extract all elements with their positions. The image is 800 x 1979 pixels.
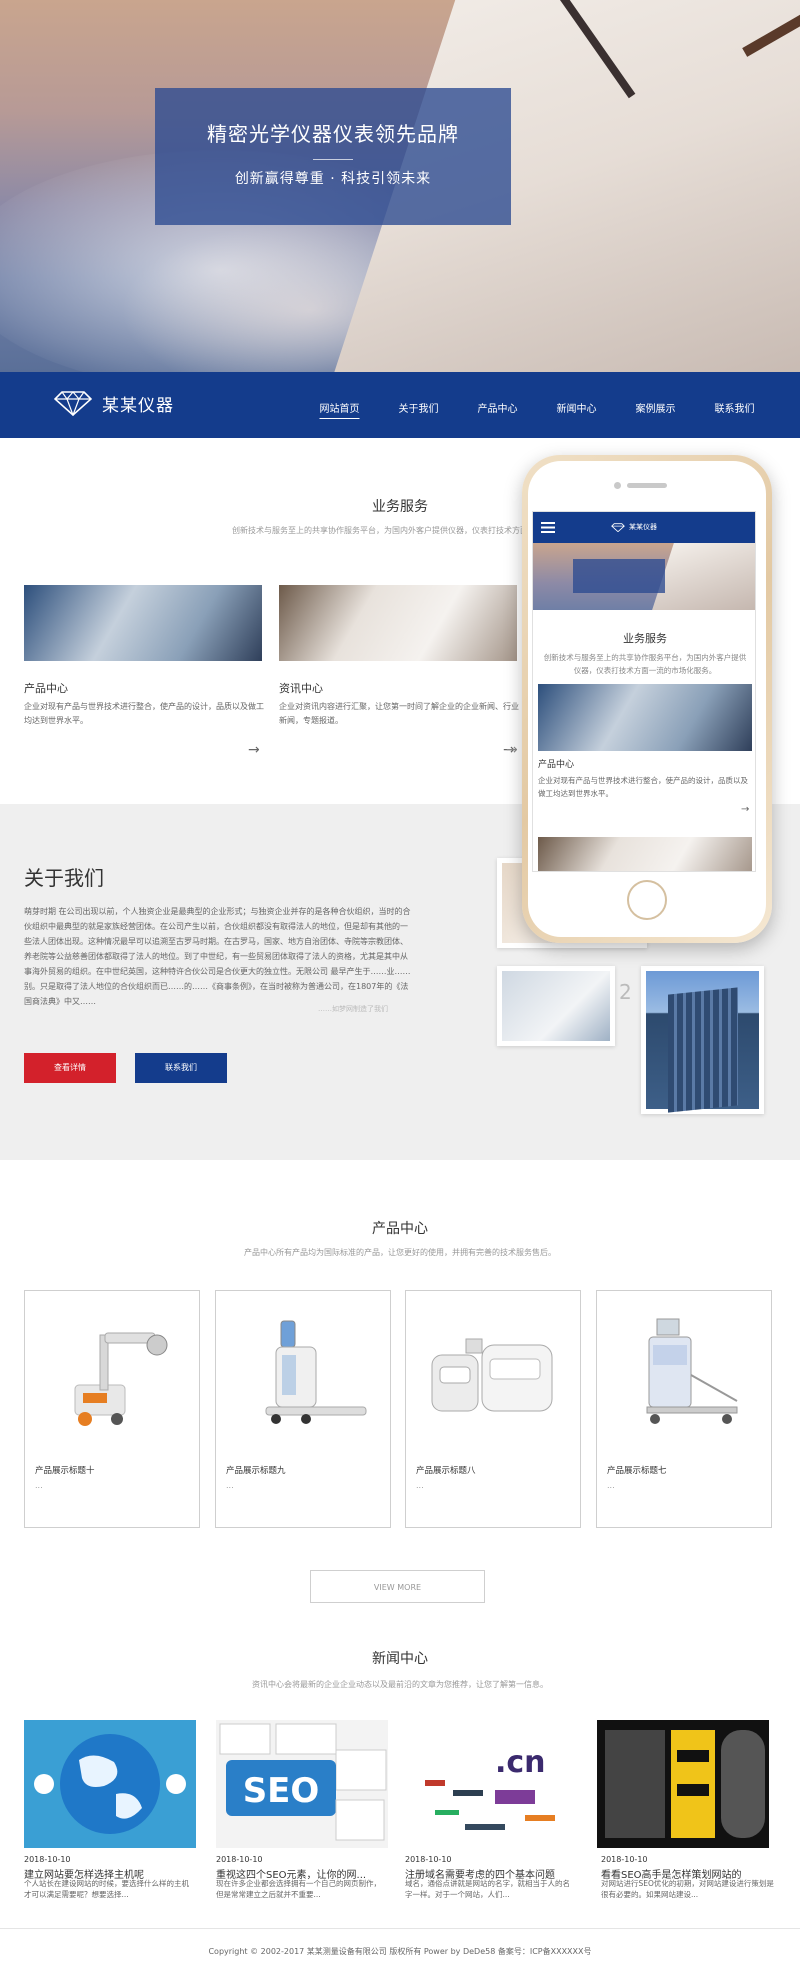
mobile-logo-text: 某某仪器 [629, 523, 657, 531]
product-card[interactable]: 产品展示标题九 ... [215, 1290, 391, 1528]
news-date: 2018-10-10 [601, 1855, 648, 1864]
diamond-icon [611, 522, 625, 532]
mobile-boat [652, 543, 755, 610]
arrow-right-icon[interactable]: → [506, 742, 518, 758]
phone-speaker [627, 483, 667, 488]
product-name: 产品展示标题七 [607, 1466, 667, 1476]
seo-word: SEO [243, 1771, 320, 1811]
nav-item-news[interactable]: 新闻中心 [537, 372, 616, 438]
news-image-globe[interactable] [24, 1720, 196, 1848]
nav-item-about[interactable]: 关于我们 [379, 372, 458, 438]
about-text: 萌芽时期 在公司出现以前，个人独资企业是最典型的企业形式；与独资企业并存的是各种… [24, 907, 411, 1006]
contact-us-button[interactable]: 联系我们 [135, 1053, 227, 1083]
slide-number: 2 [619, 980, 632, 1004]
news-desc: 现在许多企业都会选择拥有一个自己的网页制作，但是常常建立之后就并不重要... [216, 1879, 381, 1899]
nav-item-cases[interactable]: 案例展示 [616, 372, 695, 438]
news-image-seo-letters[interactable] [597, 1720, 769, 1848]
hero-title: 精密光学仪器仪表领先品牌 [207, 122, 459, 146]
seo-letters-icon [605, 1730, 765, 1838]
product-card[interactable]: 产品展示标题十 ... [24, 1290, 200, 1528]
mobile-service-image-2 [538, 837, 752, 871]
mobile-hero-image [533, 543, 755, 610]
product-card[interactable]: 产品展示标题八 ... [405, 1290, 581, 1528]
nav-item-contact[interactable]: 联系我们 [695, 372, 774, 438]
nav-item-products[interactable]: 产品中心 [458, 372, 537, 438]
product-desc: ... [416, 1481, 424, 1490]
medical-device-image [265, 1320, 367, 1424]
hero-divider [313, 159, 353, 160]
news-desc: 域名，通俗点讲就是网站的名字，就相当于人的名字一样。对于一个网站，人们... [405, 1879, 570, 1899]
news-desc: 对网站进行SEO优化的初期，对网站建设进行策划是很有必要的。如果网站建设... [601, 1879, 774, 1899]
product-desc: ... [226, 1481, 234, 1490]
phone-screen: 某某仪器 业务服务 创新技术与服务至上的共享协作服务平台，为国内外客户提供仪器，… [532, 511, 756, 872]
lab-equipment-image [431, 1338, 553, 1412]
hero-banner-image: 精密光学仪器仪表领先品牌 创新赢得尊重 · 科技引领未来 [0, 0, 800, 372]
building-facade [668, 987, 738, 1113]
view-detail-button[interactable]: 查看详情 [24, 1053, 116, 1083]
beauty-device-image [646, 1318, 738, 1424]
seo-puzzle-icon: SEO [219, 1723, 387, 1841]
diamond-icon [54, 391, 92, 416]
hero-subtitle: 创新赢得尊重 · 科技引领未来 [234, 171, 432, 187]
arrow-right-icon[interactable]: → [248, 742, 260, 758]
service-heading-products[interactable]: 产品中心 [24, 680, 68, 696]
about-photo-office [497, 966, 615, 1046]
product-name: 产品展示标题十 [35, 1466, 95, 1476]
news-image-seo-puzzle[interactable]: SEO [216, 1720, 388, 1848]
service-heading-news[interactable]: 资讯中心 [279, 680, 323, 696]
service-desc-products: 企业对现有产品与世界技术进行整合，使产品的设计，品质以及做工均达到世界水平。 [24, 702, 264, 725]
footer-copyright: Copyright © 2002-2017 某某测量设备有限公司 版权所有 Po… [208, 1947, 592, 1956]
mobile-navbar: 某某仪器 [533, 512, 755, 543]
mobile-card-desc: 企业对现有产品与世界技术进行整合，使产品的设计，品质以及做工均达到世界水平。 [538, 776, 748, 798]
news-title: 新闻中心 [372, 1651, 428, 1667]
footer-divider [0, 1928, 800, 1929]
main-navbar: 某某仪器 网站首页 关于我们 产品中心 新闻中心 案例展示 联系我们 [0, 372, 800, 438]
news-image-domains[interactable]: .cn [405, 1720, 577, 1848]
site-logo[interactable]: 某某仪器 [54, 390, 174, 416]
hamburger-menu-icon[interactable] [541, 522, 555, 533]
product-desc: ... [607, 1481, 615, 1490]
product-name: 产品展示标题九 [226, 1466, 286, 1476]
product-desc: ... [35, 1481, 43, 1490]
service-desc-news: 企业对资讯内容进行汇聚，让您第一时间了解企业的企业新闻、行业新闻，专题报道。 [279, 702, 519, 725]
phone-home-button [627, 880, 667, 920]
hero-text-box: 精密光学仪器仪表领先品牌 创新赢得尊重 · 科技引领未来 [155, 88, 511, 225]
domains-cloud-icon: .cn [425, 1745, 555, 1830]
mobile-logo: 某某仪器 [611, 522, 657, 532]
cn-word: .cn [495, 1745, 546, 1780]
service-image-products[interactable] [24, 585, 262, 661]
mobile-section-title: 业务服务 [623, 632, 667, 645]
news-desc: 个人站长在建设网站的时候，要选择什么样的主机才可以满足需要呢？想要选择... [24, 1879, 189, 1899]
logo-text: 某某仪器 [102, 395, 174, 416]
mobile-card-heading: 产品中心 [538, 760, 575, 770]
news-date: 2018-10-10 [216, 1855, 263, 1864]
news-date: 2018-10-10 [405, 1855, 452, 1864]
blurred-caption: ……如梦网制造了我们 [318, 1005, 388, 1013]
products-title: 产品中心 [372, 1221, 428, 1237]
mobile-hero-box [573, 559, 665, 593]
nav-menu: 网站首页 关于我们 产品中心 新闻中心 案例展示 联系我们 [300, 372, 774, 438]
news-subtitle: 资讯中心会将最新的企业企业动态以及最前沿的文章为您推荐，让您了解第一信息。 [252, 1680, 548, 1689]
mobile-section-subtitle: 创新技术与服务至上的共享协作服务平台，为国内外客户提供仪器，仪表打技术方面一流的… [543, 653, 747, 675]
service-image-news[interactable] [279, 585, 517, 661]
about-title: 关于我们 [24, 866, 104, 890]
nav-item-home[interactable]: 网站首页 [300, 372, 379, 438]
arrow-right-icon: → [741, 804, 750, 815]
xray-machine-image [74, 1332, 168, 1426]
about-photo-building [641, 966, 764, 1114]
view-more-button[interactable]: VIEW MORE [310, 1570, 485, 1603]
mobile-service-image [538, 684, 752, 751]
product-name: 产品展示标题八 [416, 1466, 476, 1476]
globe-icon [34, 1734, 186, 1834]
news-date: 2018-10-10 [24, 1855, 71, 1864]
product-card[interactable]: 产品展示标题七 ... [596, 1290, 772, 1528]
phone-camera [614, 482, 621, 489]
products-subtitle: 产品中心所有产品均为国际标准的产品，让您更好的使用，并拥有完善的技术服务售后。 [244, 1248, 556, 1257]
